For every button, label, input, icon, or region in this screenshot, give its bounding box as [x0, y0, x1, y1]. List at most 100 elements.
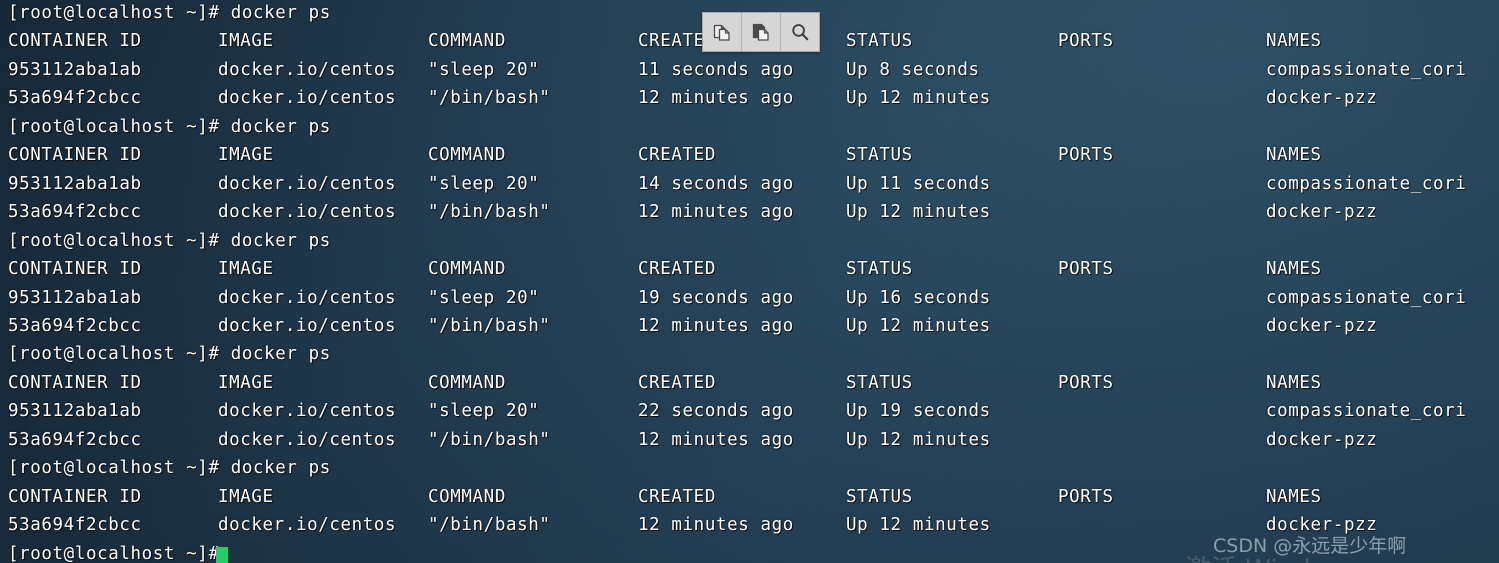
cell-container-id: 953112aba1ab: [8, 401, 142, 422]
cell-image: docker.io/centos: [218, 515, 397, 536]
header-container-id: CONTAINER ID: [8, 145, 142, 166]
cell-command: "sleep 20": [428, 59, 540, 80]
cell-command: "sleep 20": [428, 173, 540, 194]
header-status: STATUS: [846, 372, 913, 393]
table-row: 53a694f2cbcc docker.io/centos "/bin/bash" 1…: [0, 316, 1499, 344]
table-row: 953112aba1ab docker.io/centos "sleep 20" 19…: [0, 288, 1499, 316]
cell-image: docker.io/centos: [218, 401, 397, 422]
cell-command: "/bin/bash": [428, 88, 551, 109]
search-icon: [790, 22, 810, 42]
header-ports: PORTS: [1058, 145, 1114, 166]
prompt-text: [root@localhost ~]# docker ps: [8, 344, 331, 365]
header-container-id: CONTAINER ID: [8, 31, 142, 52]
paste-button[interactable]: [742, 13, 781, 51]
cell-status: Up 19 seconds: [846, 401, 991, 422]
header-container-id: CONTAINER ID: [8, 486, 142, 507]
cell-container-id: 53a694f2cbcc: [8, 88, 142, 109]
cell-names: docker-pzz: [1266, 429, 1378, 450]
table-row: 53a694f2cbcc docker.io/centos "/bin/bash" 1…: [0, 430, 1499, 458]
cell-command: "/bin/bash": [428, 315, 551, 336]
cell-names: compassionate_cori: [1266, 59, 1467, 80]
cell-created: 12 minutes ago: [638, 515, 794, 536]
header-command: COMMAND: [428, 31, 506, 52]
header-ports: PORTS: [1058, 31, 1114, 52]
header-image: IMAGE: [218, 372, 274, 393]
cell-command: "/bin/bash": [428, 429, 551, 450]
cell-status: Up 11 seconds: [846, 173, 991, 194]
terminal-screen: [root@localhost ~]# docker ps CONTAINER I…: [0, 0, 1499, 563]
cell-image: docker.io/centos: [218, 202, 397, 223]
cell-created: 19 seconds ago: [638, 287, 794, 308]
cell-container-id: 953112aba1ab: [8, 59, 142, 80]
cell-image: docker.io/centos: [218, 88, 397, 109]
prompt-text: [root@localhost ~]# docker ps: [8, 230, 331, 251]
cell-names: docker-pzz: [1266, 88, 1378, 109]
cell-image: docker.io/centos: [218, 173, 397, 194]
header-ports: PORTS: [1058, 372, 1114, 393]
header-created: CREATED: [638, 486, 716, 507]
table-header: CONTAINER ID IMAGE COMMAND CREATED STATUS POR…: [0, 259, 1499, 287]
cell-names: docker-pzz: [1266, 202, 1378, 223]
prompt-line: [root@localhost ~]# docker ps: [0, 117, 1499, 145]
header-names: NAMES: [1266, 486, 1322, 507]
header-status: STATUS: [846, 259, 913, 280]
cell-names: compassionate_cori: [1266, 173, 1467, 194]
header-ports: PORTS: [1058, 259, 1114, 280]
final-prompt-text: [root@localhost ~]#: [8, 543, 231, 563]
cell-container-id: 53a694f2cbcc: [8, 202, 142, 223]
cell-command: "/bin/bash": [428, 515, 551, 536]
header-command: COMMAND: [428, 145, 506, 166]
table-header: CONTAINER ID IMAGE COMMAND CREATED STATUS POR…: [0, 487, 1499, 515]
prompt-line: [root@localhost ~]# docker ps: [0, 231, 1499, 259]
prompt-line: [root@localhost ~]# docker ps: [0, 344, 1499, 372]
header-command: COMMAND: [428, 259, 506, 280]
cell-created: 22 seconds ago: [638, 401, 794, 422]
header-status: STATUS: [846, 145, 913, 166]
paste-icon: [751, 22, 771, 42]
header-status: STATUS: [846, 486, 913, 507]
final-prompt-line: [root@localhost ~]#: [0, 544, 1499, 563]
cell-container-id: 53a694f2cbcc: [8, 515, 142, 536]
prompt-text: [root@localhost ~]# docker ps: [8, 116, 331, 137]
cell-container-id: 53a694f2cbcc: [8, 315, 142, 336]
cell-image: docker.io/centos: [218, 59, 397, 80]
search-button[interactable]: [781, 13, 819, 51]
header-status: STATUS: [846, 31, 913, 52]
copy-icon: [712, 22, 732, 42]
header-created: CREATED: [638, 372, 716, 393]
floating-toolbar[interactable]: [702, 12, 820, 52]
header-ports: PORTS: [1058, 486, 1114, 507]
header-container-id: CONTAINER ID: [8, 372, 142, 393]
prompt-line: [root@localhost ~]# docker ps: [0, 458, 1499, 486]
cell-image: docker.io/centos: [218, 287, 397, 308]
header-created: CREATED: [638, 259, 716, 280]
header-container-id: CONTAINER ID: [8, 259, 142, 280]
copy-button[interactable]: [703, 13, 742, 51]
cell-command: "sleep 20": [428, 287, 540, 308]
terminal-output[interactable]: [root@localhost ~]# docker ps CONTAINER I…: [0, 0, 1499, 563]
cell-names: compassionate_cori: [1266, 287, 1467, 308]
header-command: COMMAND: [428, 372, 506, 393]
cell-names: docker-pzz: [1266, 315, 1378, 336]
header-names: NAMES: [1266, 145, 1322, 166]
table-row: 53a694f2cbcc docker.io/centos "/bin/bash" 1…: [0, 202, 1499, 230]
cell-status: Up 12 minutes: [846, 515, 991, 536]
cell-container-id: 953112aba1ab: [8, 173, 142, 194]
cell-status: Up 12 minutes: [846, 429, 991, 450]
cell-image: docker.io/centos: [218, 315, 397, 336]
cell-created: 12 minutes ago: [638, 315, 794, 336]
cell-status: Up 12 minutes: [846, 88, 991, 109]
cell-command: "/bin/bash": [428, 202, 551, 223]
cell-image: docker.io/centos: [218, 429, 397, 450]
cell-container-id: 953112aba1ab: [8, 287, 142, 308]
cell-status: Up 12 minutes: [846, 315, 991, 336]
header-created: CREATED: [638, 145, 716, 166]
table-row: 53a694f2cbcc docker.io/centos "/bin/bash" 1…: [0, 515, 1499, 543]
cell-names: compassionate_cori: [1266, 401, 1467, 422]
table-header: CONTAINER ID IMAGE COMMAND CREATED STATUS POR…: [0, 145, 1499, 173]
cell-command: "sleep 20": [428, 401, 540, 422]
table-row: 953112aba1ab docker.io/centos "sleep 20" 11…: [0, 60, 1499, 88]
prompt-text: [root@localhost ~]# docker ps: [8, 458, 331, 479]
cell-created: 12 minutes ago: [638, 88, 794, 109]
cell-created: 14 seconds ago: [638, 173, 794, 194]
